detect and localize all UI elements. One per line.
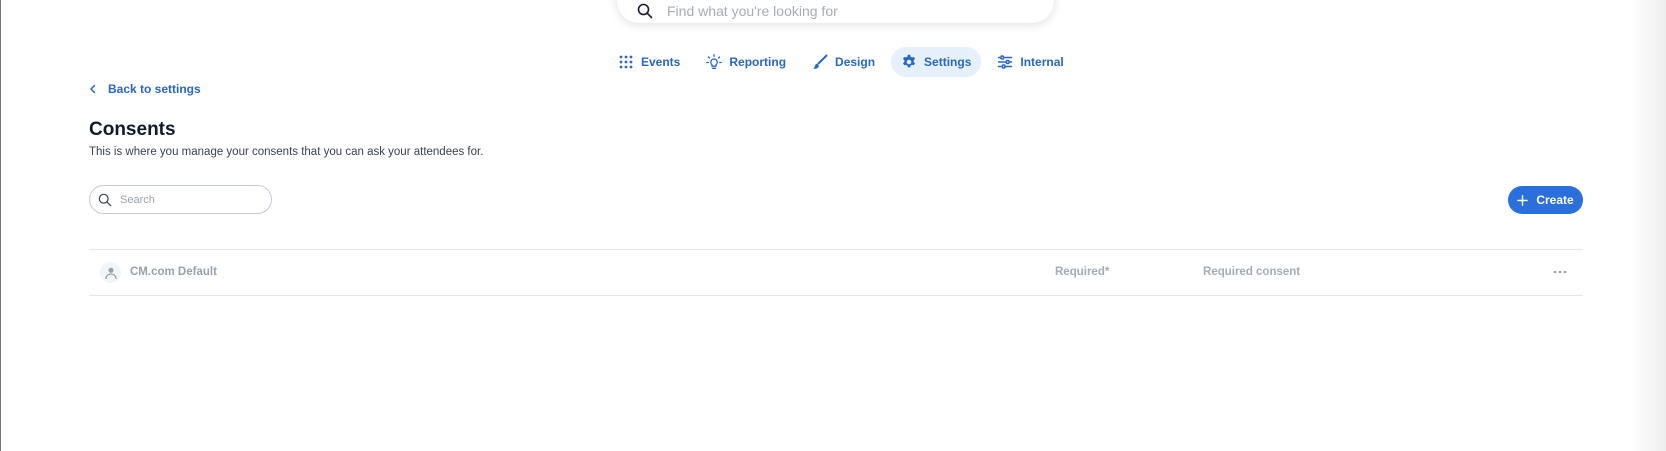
nav-item-design[interactable]: Design: [802, 47, 885, 77]
gear-icon: [903, 54, 916, 68]
lightbulb-icon: [706, 54, 723, 69]
more-options-button[interactable]: [1550, 264, 1570, 280]
global-search-input[interactable]: [665, 1, 1029, 20]
nav-item-label: Design: [835, 55, 876, 69]
avatar: [100, 262, 121, 283]
global-search-bar[interactable]: [617, 0, 1054, 23]
grid-icon: [619, 55, 633, 69]
page-subtitle: This is where you manage your consents t…: [89, 146, 484, 158]
nav-item-reporting[interactable]: Reporting: [696, 47, 796, 77]
nav-item-label: Reporting: [729, 55, 787, 69]
user-icon: [104, 267, 117, 279]
plus-icon: [1517, 194, 1529, 206]
search-icon: [98, 193, 112, 206]
nav-item-label: Settings: [924, 55, 972, 69]
back-to-settings-link[interactable]: Back to settings: [88, 82, 201, 96]
consent-type: Required consent: [1203, 266, 1301, 278]
nav-item-label: Internal: [1020, 55, 1064, 69]
sliders-icon: [998, 55, 1013, 69]
consent-requirement: Required*: [1055, 266, 1110, 278]
nav-item-events[interactable]: Events: [608, 47, 690, 77]
create-button-label: Create: [1536, 193, 1574, 207]
back-link-label: Back to settings: [108, 82, 201, 96]
create-button[interactable]: Create: [1508, 186, 1583, 214]
nav-item-settings[interactable]: Settings: [891, 47, 982, 77]
brush-icon: [813, 54, 828, 69]
consent-search-field[interactable]: [89, 185, 272, 214]
main-nav: Events Reporting Design Settings Interna…: [608, 47, 1080, 77]
nav-item-label: Events: [641, 55, 681, 69]
page-title: Consents: [89, 119, 176, 140]
search-icon: [637, 3, 653, 18]
chevron-left-icon: [90, 84, 96, 94]
nav-item-internal[interactable]: Internal: [987, 47, 1073, 77]
consent-row[interactable]: CM.com Default Required* Required consen…: [89, 249, 1583, 296]
consent-search-input[interactable]: [118, 192, 262, 207]
scroll-shade: [1630, 0, 1666, 451]
ellipsis-icon: [1553, 270, 1567, 274]
consent-name: CM.com Default: [130, 266, 217, 278]
app-window: Events Reporting Design: [0, 0, 1666, 451]
